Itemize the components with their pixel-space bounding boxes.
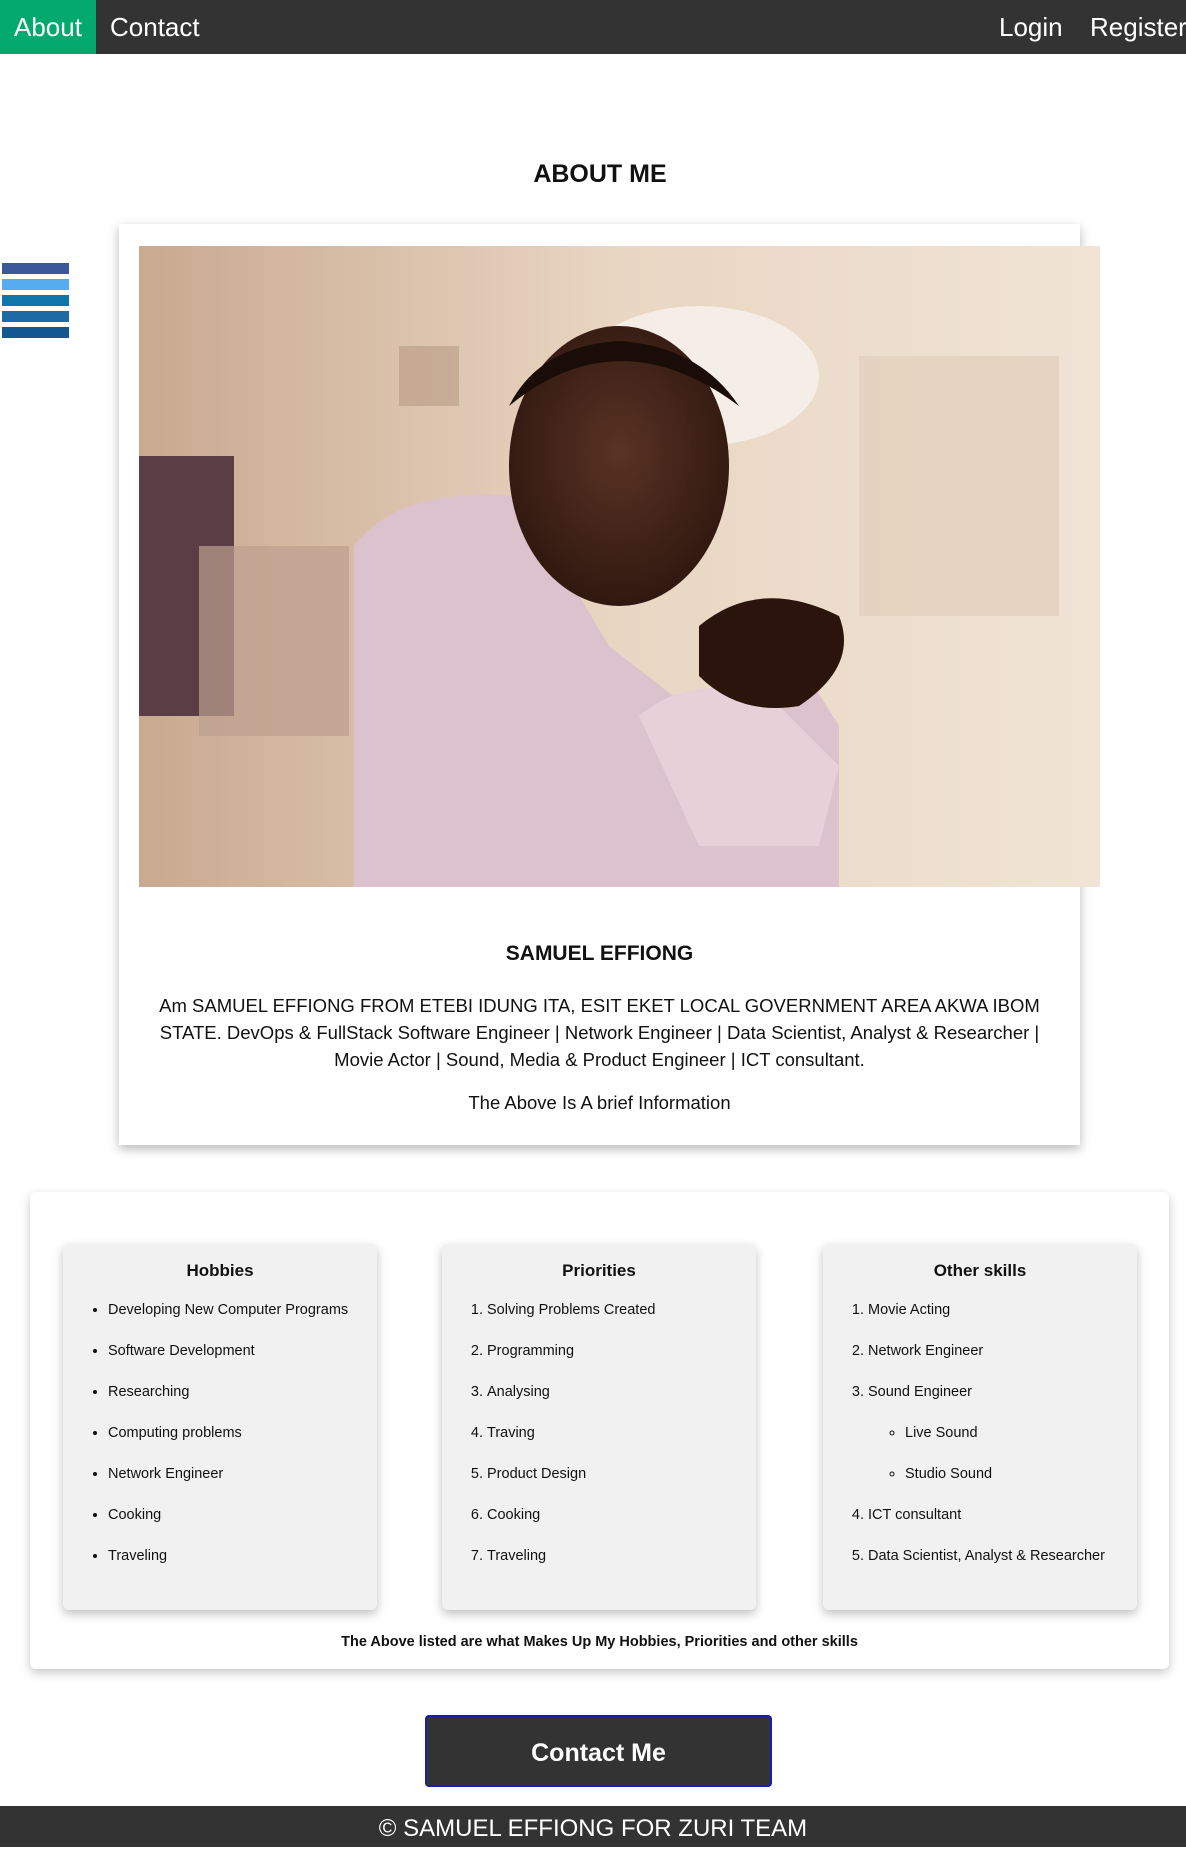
nav-about-link[interactable]: About (0, 0, 96, 54)
hobbies-card: Hobbies Developing New Computer Programs… (63, 1244, 377, 1610)
hobbies-title: Hobbies (186, 1261, 254, 1280)
social-share-button[interactable] (2, 327, 69, 338)
list-item: Traveling (108, 1546, 348, 1587)
social-share-button[interactable] (2, 311, 69, 322)
nav-login-link[interactable]: Login (985, 0, 1077, 54)
nav-register-link[interactable]: Register (1076, 0, 1186, 54)
skills-section: Hobbies Developing New Computer Programs… (30, 1192, 1169, 1669)
list-item: Analysing (487, 1382, 655, 1423)
list-item: Traveling (487, 1546, 655, 1587)
list-item: Network Engineer (108, 1464, 348, 1505)
sound-sublist: Live Sound Studio Sound (868, 1423, 1105, 1505)
page-title: ABOUT ME (533, 160, 667, 188)
list-item: Cooking (108, 1505, 348, 1546)
profile-name: SAMUEL EFFIONG (505, 942, 694, 965)
social-share-button[interactable] (2, 263, 69, 274)
list-item: Sound Engineer Live Sound Studio Sound (868, 1382, 1105, 1505)
other-skills-title: Other skills (933, 1261, 1027, 1280)
list-item: Network Engineer (868, 1341, 1105, 1382)
priorities-title: Priorities (562, 1261, 636, 1280)
footer: © SAMUEL EFFIONG FOR ZURI TEAM (0, 1806, 1186, 1847)
list-item-label: Sound Engineer (868, 1384, 972, 1400)
social-share-button[interactable] (2, 279, 69, 290)
social-share-bar (2, 263, 69, 343)
other-skills-card: Other skills Movie Acting Network Engine… (823, 1244, 1137, 1610)
list-item: Computing problems (108, 1423, 348, 1464)
list-item: ICT consultant (868, 1505, 1105, 1546)
nav-contact-link[interactable]: Contact (96, 0, 214, 54)
profile-card: SAMUEL EFFIONG Am SAMUEL EFFIONG FROM ET… (119, 224, 1100, 1145)
contact-me-button[interactable]: Contact Me (425, 1715, 772, 1787)
list-item: Product Design (487, 1464, 655, 1505)
skills-summary-note: The Above listed are what Makes Up My Ho… (341, 1634, 858, 1650)
priorities-card: Priorities Solving Problems Created Prog… (442, 1244, 756, 1610)
sublist-item: Live Sound (905, 1423, 1105, 1464)
profile-bio: Am SAMUEL EFFIONG FROM ETEBI IDUNG ITA, … (159, 995, 1040, 1070)
list-item: Researching (108, 1382, 348, 1423)
list-item: Cooking (487, 1505, 655, 1546)
profile-photo (139, 246, 1100, 887)
priorities-list: Solving Problems Created Programming Ana… (442, 1300, 655, 1587)
sublist-item: Studio Sound (905, 1464, 1105, 1505)
other-skills-list: Movie Acting Network Engineer Sound Engi… (823, 1300, 1105, 1587)
list-item: Software Development (108, 1341, 348, 1382)
list-item: Movie Acting (868, 1300, 1105, 1341)
list-item: Programming (487, 1341, 655, 1382)
list-item: Traving (487, 1423, 655, 1464)
profile-brief-note: The Above Is A brief Information (468, 1092, 731, 1113)
top-navbar: About Contact Login Register (0, 0, 1186, 54)
social-share-button[interactable] (2, 295, 69, 306)
list-item: Developing New Computer Programs (108, 1300, 348, 1341)
hobbies-list: Developing New Computer Programs Softwar… (63, 1300, 348, 1587)
list-item: Data Scientist, Analyst & Researcher (868, 1546, 1105, 1587)
list-item: Solving Problems Created (487, 1300, 655, 1341)
